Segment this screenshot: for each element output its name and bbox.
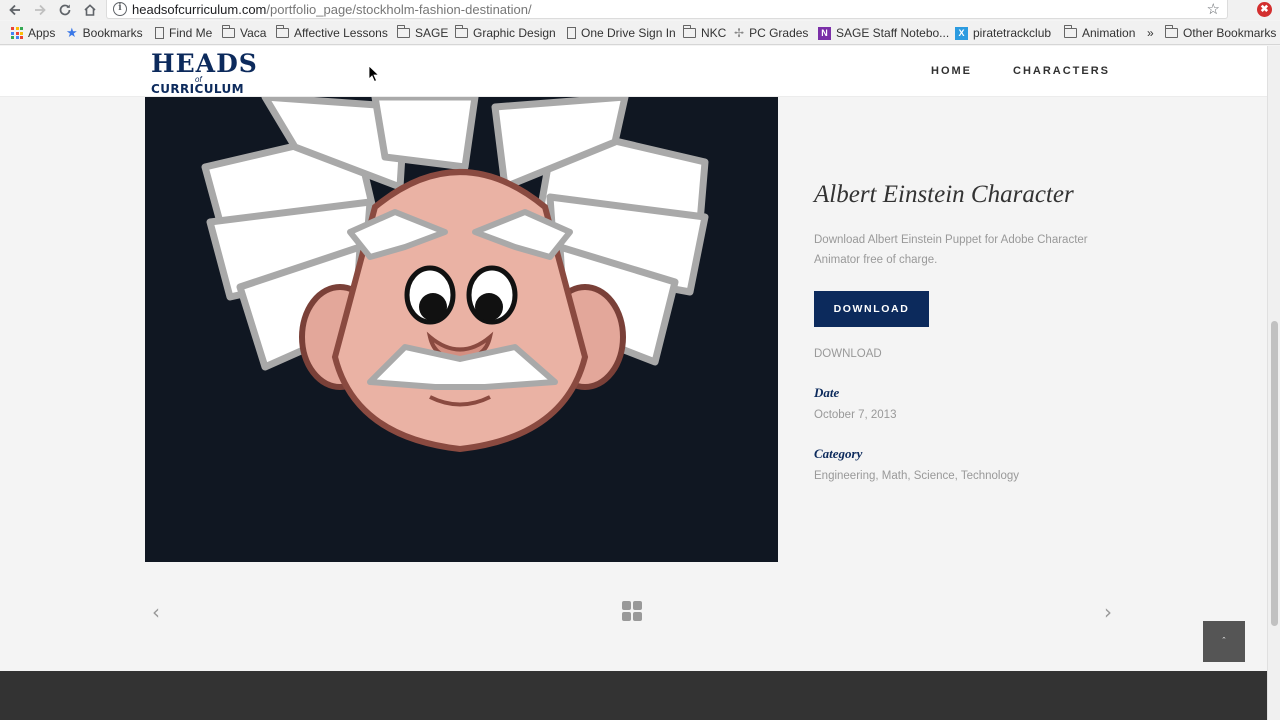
site-logo[interactable]: HEADS of CURRICULUM — [151, 49, 258, 97]
browser-toolbar: i headsofcurriculum.com/portfolio_page/s… — [0, 0, 1280, 20]
back-icon[interactable] — [6, 1, 24, 19]
nav-home[interactable]: HOME — [931, 65, 972, 77]
bookmark-affective-lessons[interactable]: Affective Lessons — [276, 25, 388, 41]
bookmark-label: Find Me — [169, 26, 213, 40]
bookmark-label: Other Bookmarks — [1183, 26, 1277, 40]
bookmark-label: NKC — [701, 26, 727, 40]
bookmark-label: Apps — [28, 26, 56, 40]
bookmarks-overflow-button[interactable]: » — [1147, 25, 1154, 41]
bookmark-animation[interactable]: Animation — [1064, 25, 1135, 41]
bookmark-label: Bookmarks — [82, 26, 143, 40]
bookmark-find-me[interactable]: Find Me — [155, 25, 212, 41]
bookmark-other[interactable]: Other Bookmarks — [1165, 25, 1276, 41]
date-value: October 7, 2013 — [814, 409, 897, 421]
einstein-character-image — [145, 97, 778, 562]
logo-curriculum: CURRICULUM — [151, 82, 244, 96]
folder-icon — [222, 25, 235, 38]
address-bar[interactable]: i headsofcurriculum.com/portfolio_page/s… — [106, 0, 1228, 19]
url-path: /portfolio_page/stockholm-fashion-destin… — [266, 2, 532, 17]
bookmark-label: SAGE Staff Notebo... — [836, 26, 950, 40]
home-icon[interactable] — [81, 1, 99, 19]
bookmark-graphic-design[interactable]: Graphic Design — [455, 25, 556, 41]
download-button[interactable]: DOWNLOAD — [814, 291, 929, 327]
bookmark-pc-grades[interactable]: ✢ PC Grades — [734, 25, 808, 41]
bookmarks-bar: Apps ★ Bookmarks Find Me Vaca Affective … — [0, 21, 1280, 45]
site-footer — [0, 671, 1267, 720]
folder-icon — [455, 25, 468, 38]
page-scrollbar[interactable] — [1267, 46, 1280, 720]
site-info-icon[interactable]: i — [113, 2, 127, 16]
extension-icon[interactable]: ✖ — [1257, 2, 1272, 17]
category-label: Category — [814, 446, 863, 461]
next-project-icon[interactable]: › — [1104, 600, 1112, 624]
bookmark-label: Animation — [1082, 26, 1136, 40]
prev-project-icon[interactable]: ‹ — [152, 600, 160, 624]
bookmark-star-icon[interactable]: ☆ — [1207, 0, 1220, 18]
category-value[interactable]: Engineering, Math, Science, Technology — [814, 470, 1019, 482]
mouse-cursor-icon — [369, 66, 379, 82]
portfolio-title: Albert Einstein Character — [814, 181, 1074, 208]
bookmark-sage-notebook[interactable]: N SAGE Staff Notebo... — [818, 25, 949, 41]
bookmark-label: Affective Lessons — [294, 26, 388, 40]
onenote-icon: N — [818, 26, 831, 40]
portfolio-description: Download Albert Einstein Puppet for Adob… — [814, 234, 1088, 266]
bookmark-label: Graphic Design — [473, 26, 556, 40]
folder-icon — [276, 25, 289, 38]
url-text: headsofcurriculum.com/portfolio_page/sto… — [132, 2, 532, 17]
bookmark-nkc[interactable]: NKC — [683, 25, 726, 41]
sparkle-icon: ✢ — [734, 26, 745, 40]
bookmark-label: PC Grades — [749, 26, 809, 40]
star-icon: ★ — [66, 25, 78, 40]
grid-view-icon[interactable] — [622, 601, 642, 621]
bookmark-bookmarks[interactable]: ★ Bookmarks — [66, 25, 143, 41]
download-link[interactable]: DOWNLOAD — [814, 348, 882, 360]
apps-icon — [11, 27, 23, 39]
bookmark-vaca[interactable]: Vaca — [222, 25, 266, 41]
bookmark-sage[interactable]: SAGE — [397, 25, 448, 41]
bookmark-label: One Drive Sign In — [581, 26, 676, 40]
bookmark-label: SAGE — [415, 26, 449, 40]
forward-icon[interactable] — [31, 1, 49, 19]
folder-icon — [683, 25, 696, 38]
date-label: Date — [814, 385, 840, 400]
reload-icon[interactable] — [56, 1, 74, 19]
back-to-top-button[interactable]: ˆ — [1203, 621, 1245, 662]
site-header: HEADS of CURRICULUM HOME CHARACTERS — [0, 46, 1267, 97]
logo-heads: HEADS — [151, 49, 258, 78]
bookmark-piratetrackclub[interactable]: X piratetrackclub — [955, 25, 1051, 41]
folder-icon — [397, 25, 410, 38]
page-icon — [155, 27, 164, 39]
bookmark-label: Vaca — [240, 26, 267, 40]
bookmark-one-drive[interactable]: One Drive Sign In — [567, 25, 676, 41]
folder-icon — [1064, 25, 1077, 38]
nav-characters[interactable]: CHARACTERS — [1013, 65, 1110, 77]
excel-icon: X — [955, 26, 968, 40]
bookmark-apps[interactable]: Apps — [11, 25, 55, 41]
folder-icon — [1165, 25, 1178, 38]
bookmark-label: piratetrackclub — [973, 26, 1052, 40]
scrollbar-thumb[interactable] — [1271, 321, 1278, 626]
url-host: headsofcurriculum.com — [132, 2, 267, 17]
page-icon — [567, 27, 576, 39]
